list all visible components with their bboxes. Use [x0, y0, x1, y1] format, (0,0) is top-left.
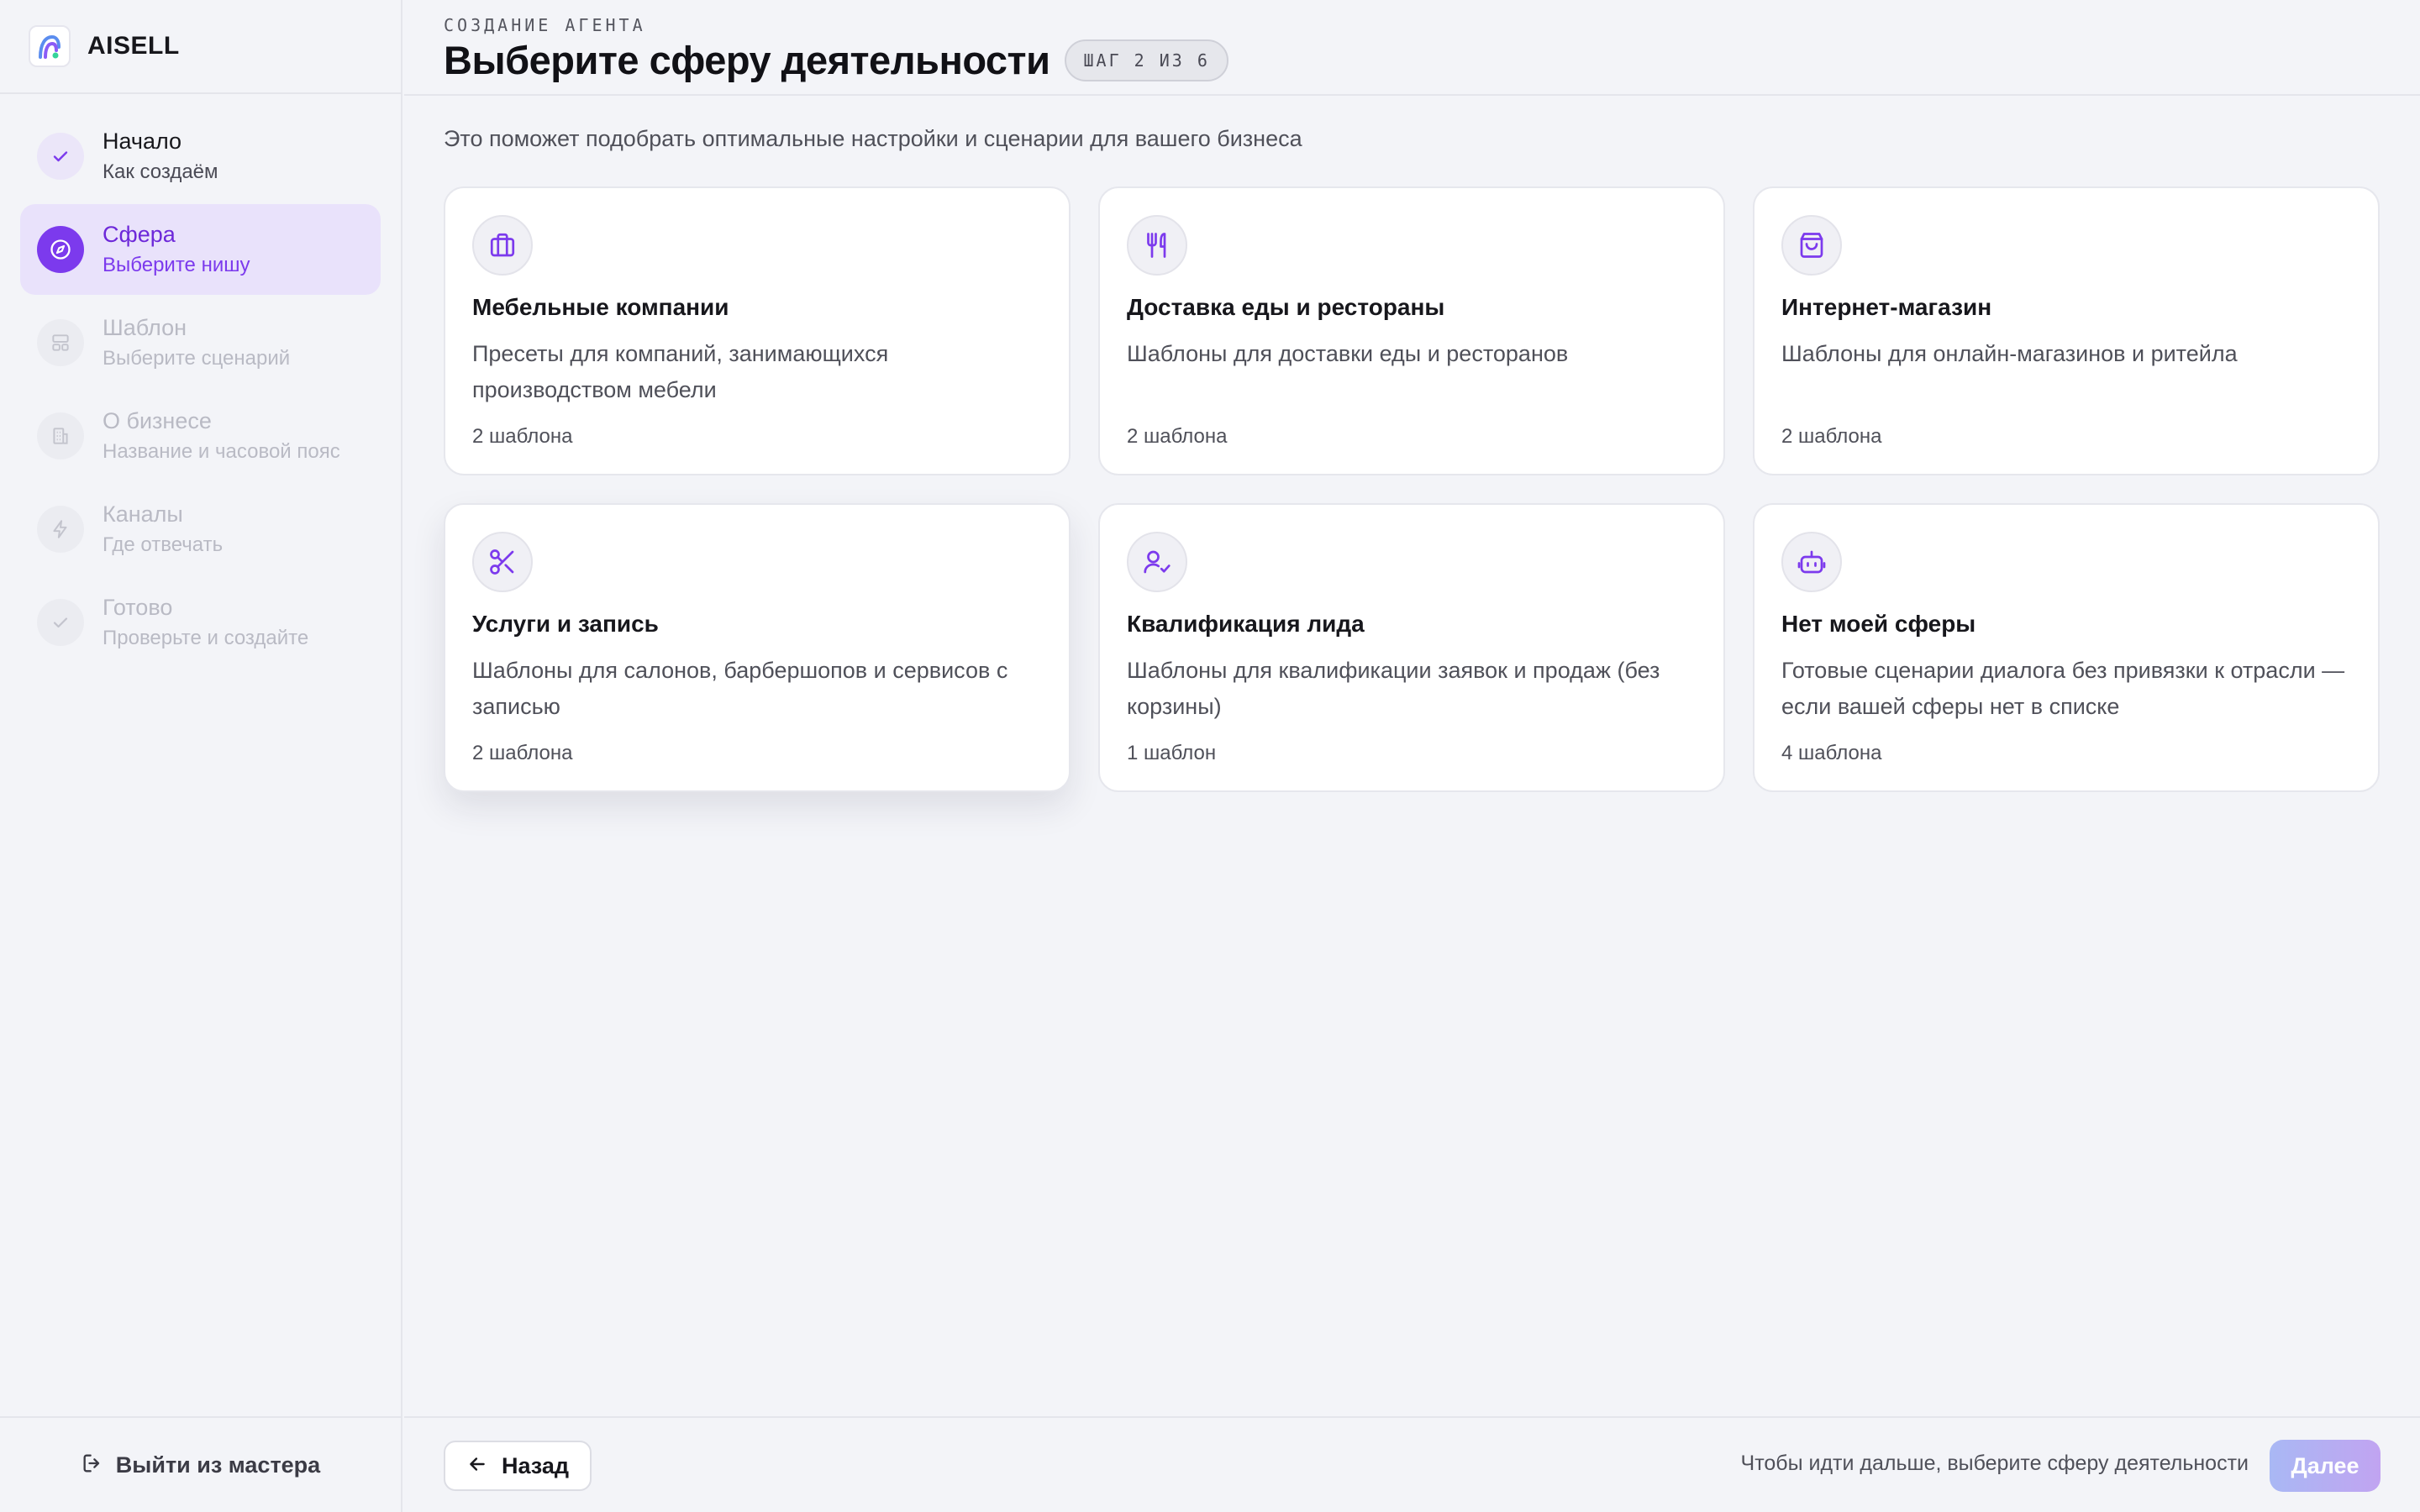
- card-template-count: 4 шаблона: [1781, 742, 1882, 764]
- sphere-card-food-delivery[interactable]: Доставка еды и рестораны Шаблоны для дос…: [1098, 186, 1725, 475]
- sphere-card-services[interactable]: Услуги и запись Шаблоны для салонов, бар…: [444, 503, 1071, 792]
- brand: AISELL: [0, 0, 401, 94]
- card-description: Готовые сценарии диалога без привязки к …: [1781, 658, 2345, 719]
- card-template-count: 2 шаблона: [1127, 425, 1228, 448]
- sidebar-footer: Выйти из мастера: [0, 1416, 401, 1512]
- sphere-grid: Мебельные компании Пресеты для компаний,…: [444, 186, 2380, 792]
- card-description: Шаблоны для салонов, барбершопов и серви…: [472, 658, 1008, 719]
- exit-wizard-label: Выйти из мастера: [115, 1452, 321, 1478]
- sphere-card-lead-qualification[interactable]: Квалификация лида Шаблоны для квалификац…: [1098, 503, 1725, 792]
- step-subtitle: Выберите сценарий: [103, 347, 291, 370]
- building-icon: [37, 412, 84, 459]
- bot-icon: [1781, 532, 1842, 592]
- arrow-left-icon: [466, 1453, 488, 1479]
- scissors-icon: [472, 532, 533, 592]
- step-start[interactable]: Начало Как создаём: [20, 111, 381, 202]
- card-description: Пресеты для компаний, занимающихся произ…: [472, 341, 889, 402]
- back-button[interactable]: Назад: [444, 1441, 592, 1491]
- check-icon: [37, 599, 84, 646]
- card-title: Нет моей сферы: [1781, 611, 1976, 637]
- aisell-logo-icon: [29, 25, 71, 67]
- logout-icon: [81, 1452, 104, 1479]
- page-title: Выберите сферу деятельности: [444, 38, 1050, 82]
- card-description: Шаблоны для квалификации заявок и продаж…: [1127, 658, 1660, 719]
- step-title: Шаблон: [103, 315, 187, 340]
- step-subtitle: Где отвечать: [103, 533, 224, 556]
- layout-icon: [37, 319, 84, 366]
- card-template-count: 2 шаблона: [472, 425, 573, 448]
- card-title: Услуги и запись: [472, 611, 659, 637]
- step-title: Начало: [103, 129, 182, 154]
- card-title: Интернет-магазин: [1781, 294, 1992, 320]
- next-button[interactable]: Далее: [2270, 1440, 2381, 1492]
- page-subtitle: Это поможет подобрать оптимальные настро…: [444, 126, 1302, 151]
- briefcase-icon: [472, 215, 533, 276]
- step-subtitle: Выберите нишу: [103, 254, 250, 276]
- wizard-steps: Начало Как создаём Сфера Выберите нишу Ш…: [0, 94, 401, 687]
- step-subtitle: Проверьте и создайте: [103, 627, 309, 649]
- card-title: Квалификация лида: [1127, 611, 1365, 637]
- brand-name: AISELL: [87, 32, 180, 60]
- step-title: Сфера: [103, 222, 176, 247]
- step-subtitle: Как создаём: [103, 160, 218, 183]
- shopping-bag-icon: [1781, 215, 1842, 276]
- step-template[interactable]: Шаблон Выберите сценарий: [20, 297, 381, 388]
- sidebar: AISELL Начало Как создаём Сфера Выберите…: [0, 0, 402, 1512]
- sphere-card-other[interactable]: Нет моей сферы Готовые сценарии диалога …: [1753, 503, 2380, 792]
- card-description: Шаблоны для онлайн-магазинов и ритейла: [1781, 341, 2238, 366]
- exit-wizard-button[interactable]: Выйти из мастера: [81, 1452, 320, 1479]
- step-business[interactable]: О бизнесе Название и часовой пояс: [20, 391, 381, 481]
- step-title: Каналы: [103, 501, 183, 527]
- step-badge: ШАГ 2 ИЗ 6: [1065, 39, 1228, 81]
- user-check-icon: [1127, 532, 1187, 592]
- bolt-icon: [37, 506, 84, 553]
- sphere-card-furniture[interactable]: Мебельные компании Пресеты для компаний,…: [444, 186, 1071, 475]
- page-header: СОЗДАНИЕ АГЕНТА Выберите сферу деятельно…: [404, 0, 2420, 96]
- card-title: Доставка еды и рестораны: [1127, 294, 1445, 320]
- step-title: О бизнесе: [103, 408, 212, 433]
- card-template-count: 1 шаблон: [1127, 742, 1217, 764]
- step-subtitle: Название и часовой пояс: [103, 440, 340, 463]
- card-template-count: 2 шаблона: [472, 742, 573, 764]
- step-done[interactable]: Готово Проверьте и создайте: [20, 577, 381, 668]
- card-title: Мебельные компании: [472, 294, 729, 320]
- page-eyebrow: СОЗДАНИЕ АГЕНТА: [444, 15, 646, 35]
- card-template-count: 2 шаблона: [1781, 425, 1882, 448]
- sphere-card-ecommerce[interactable]: Интернет-магазин Шаблоны для онлайн-мага…: [1753, 186, 2380, 475]
- next-hint: Чтобы идти дальше, выберите сферу деятел…: [1740, 1452, 2249, 1475]
- utensils-icon: [1127, 215, 1187, 276]
- wizard-footer: Назад Чтобы идти дальше, выберите сферу …: [404, 1416, 2420, 1512]
- compass-icon: [37, 226, 84, 273]
- step-channels[interactable]: Каналы Где отвечать: [20, 484, 381, 575]
- back-label: Назад: [501, 1452, 570, 1478]
- step-title: Готово: [103, 595, 173, 620]
- card-description: Шаблоны для доставки еды и ресторанов: [1127, 341, 1569, 366]
- step-sphere[interactable]: Сфера Выберите нишу: [20, 204, 381, 295]
- check-icon: [37, 133, 84, 180]
